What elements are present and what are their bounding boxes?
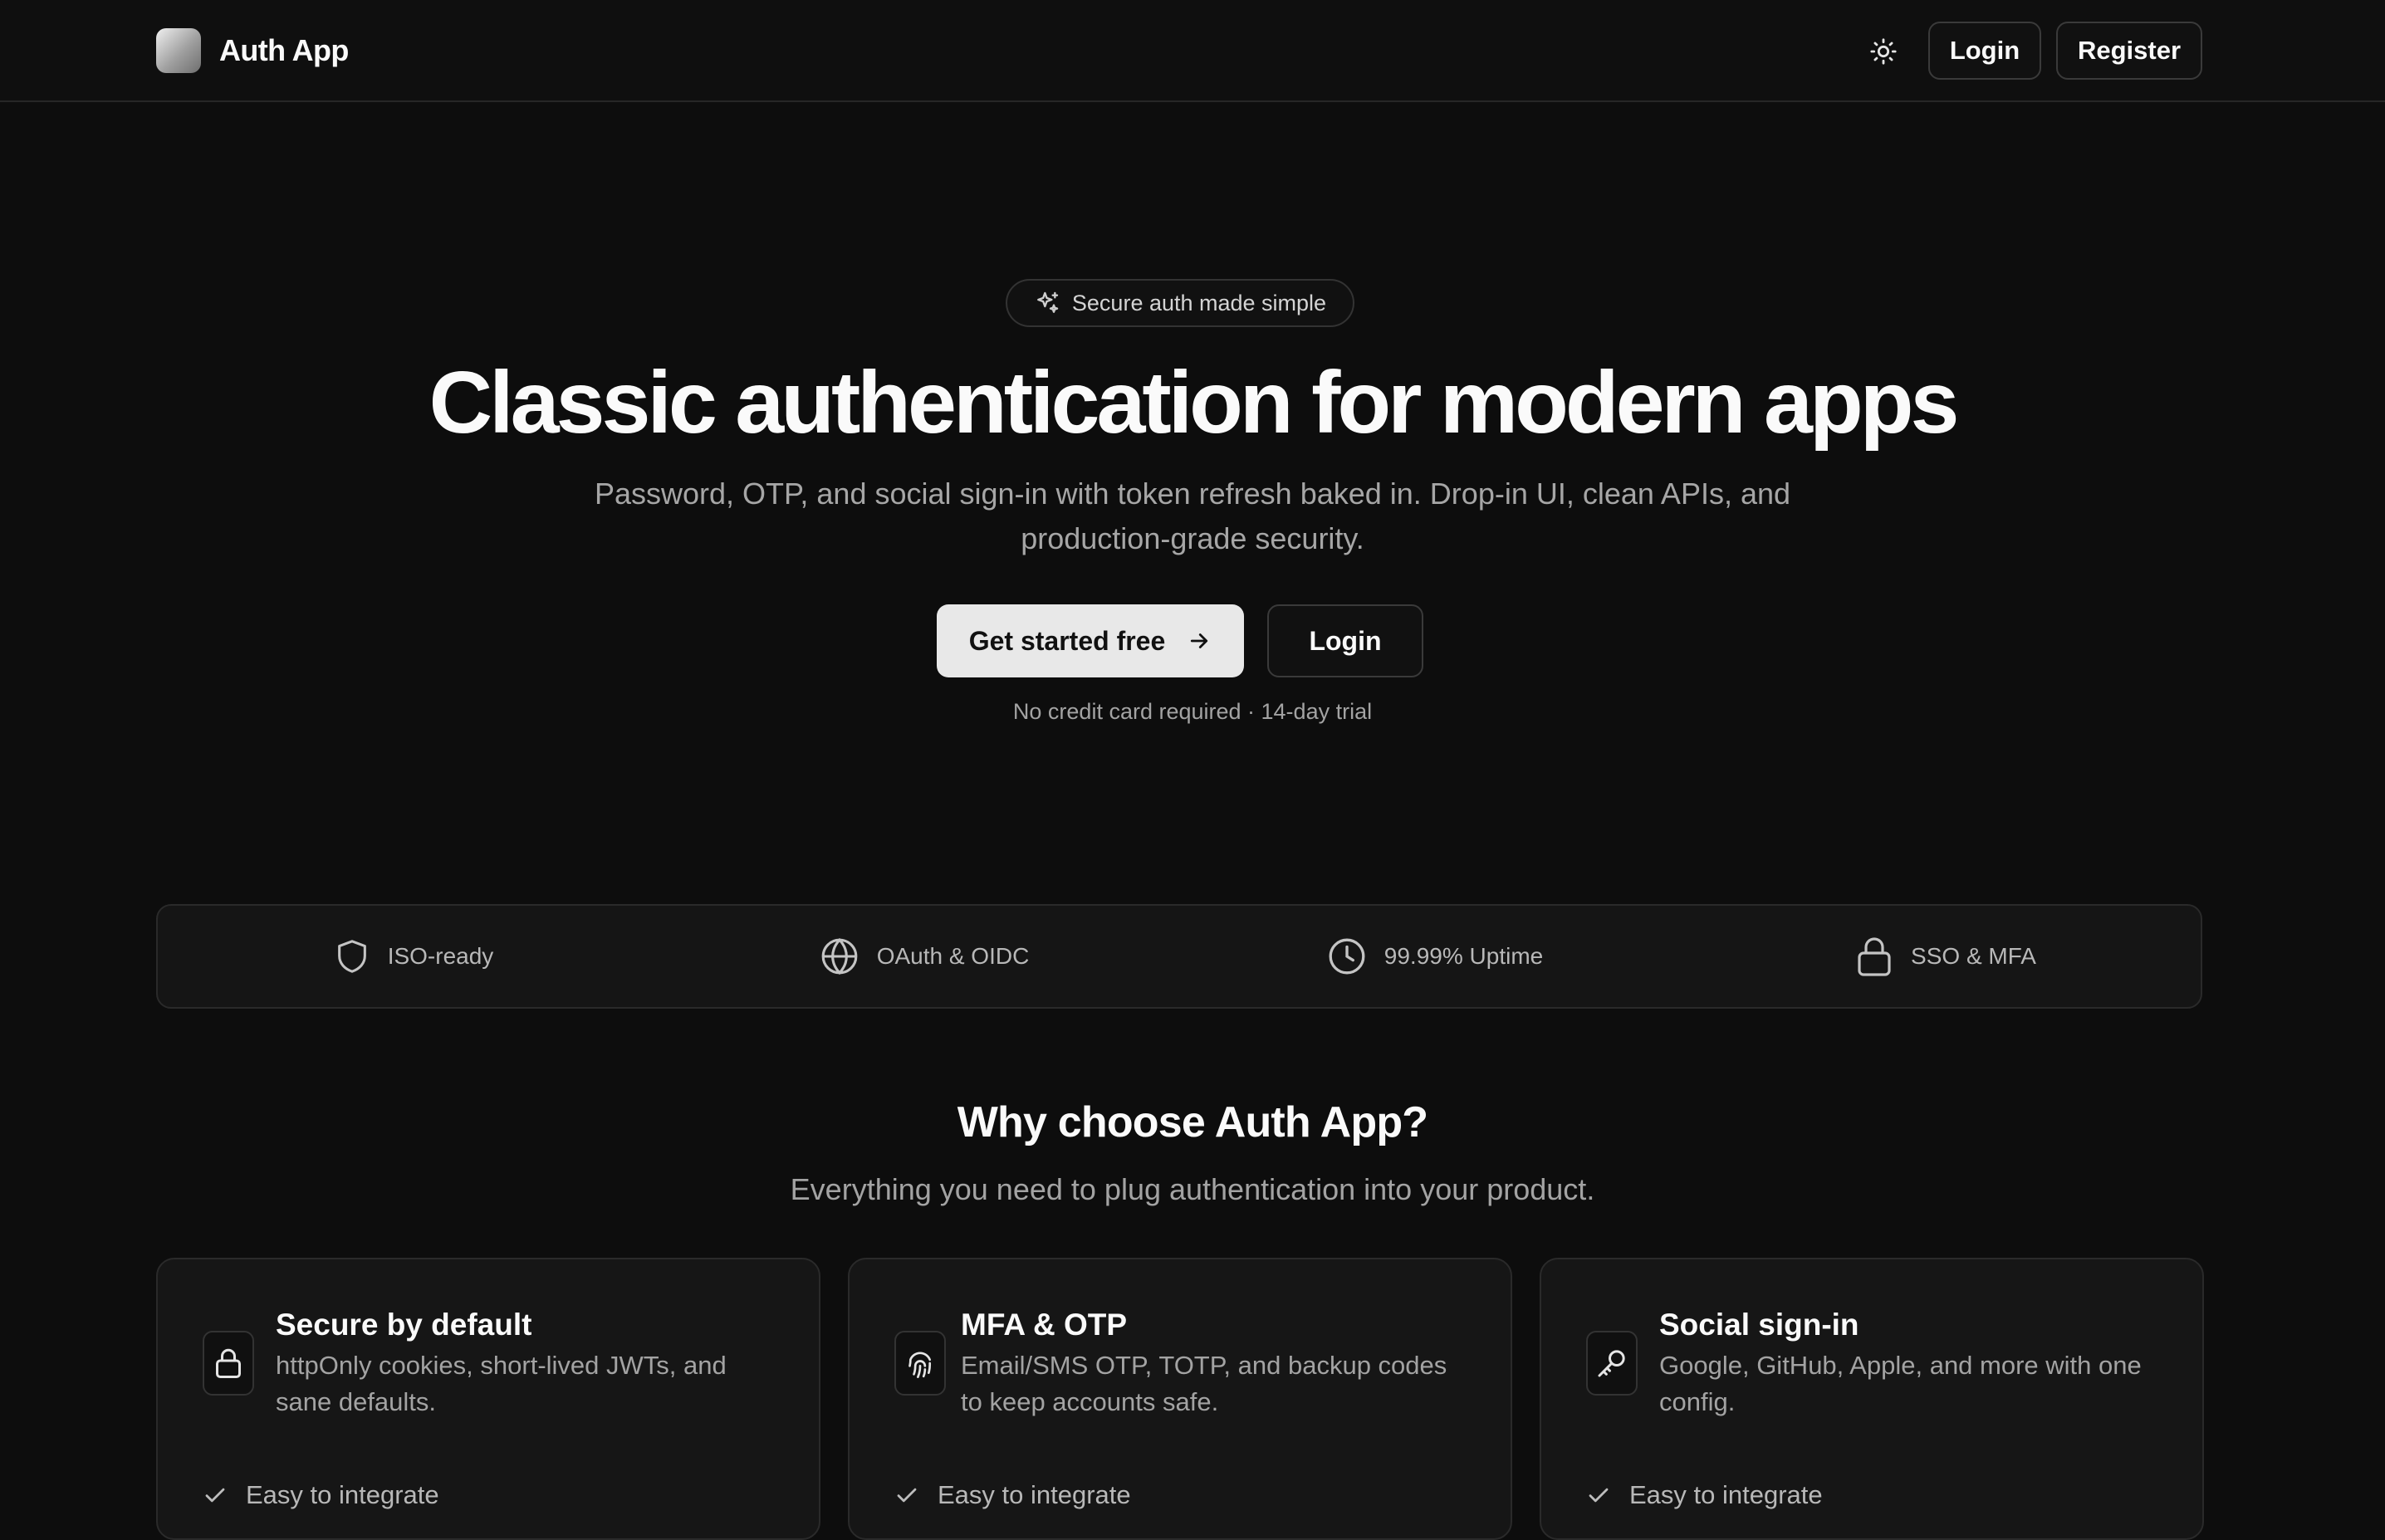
globe-icon (821, 937, 858, 975)
clock-icon (1329, 938, 1365, 975)
hero-subtitle-line: production-grade security. (1021, 521, 1364, 555)
feature-title: Secure by default (276, 1308, 532, 1342)
feature-check: Easy to integrate (1586, 1480, 1823, 1510)
stat-sso: SSO & MFA (1690, 935, 2201, 978)
stat-uptime: 99.99% Uptime (1179, 936, 1690, 977)
hero-subtitle-line: Password, OTP, and social sign-in with t… (594, 477, 1791, 511)
trust-strip: ISO-ready OAuth & OIDC 99.99% Uptime SSO… (156, 904, 2202, 1009)
stat-oauth: OAuth & OIDC (668, 936, 1179, 977)
stat-iso-ready: ISO-ready (158, 937, 668, 975)
sparkles-icon (1037, 291, 1059, 313)
feature-card-social: Social sign-in Google, GitHub, Apple, an… (1540, 1258, 2204, 1540)
hero-login-button[interactable]: Login (1267, 604, 1423, 677)
feature-title: Social sign-in (1659, 1308, 1859, 1342)
stat-label: OAuth & OIDC (876, 943, 1030, 969)
arrow-right-icon (1191, 633, 1208, 648)
feature-check-label: Easy to integrate (938, 1480, 1131, 1509)
get-started-label: Get started free (968, 625, 1166, 656)
sun-icon (1870, 38, 1897, 65)
stat-label: SSO & MFA (1911, 943, 2036, 969)
check-icon (1589, 1488, 1609, 1503)
feature-check: Easy to integrate (894, 1480, 1131, 1510)
feature-icon-box (894, 1331, 946, 1396)
feature-icon-box (1586, 1331, 1638, 1396)
stat-label: ISO-ready (387, 943, 494, 969)
stat-label: 99.99% Uptime (1383, 943, 1544, 969)
feature-description: Email/SMS OTP, TOTP, and backup codes to… (961, 1351, 1447, 1416)
feature-icon-box (203, 1331, 254, 1396)
features-title: Why choose Auth App? (957, 1098, 1428, 1146)
top-nav: Auth App Login Register (0, 0, 2385, 102)
hero-subtitle: Password, OTP, and social sign-in with t… (528, 472, 1857, 561)
hero-badge-text: Secure auth made simple (1071, 290, 1327, 315)
hero-badge: Secure auth made simple (1006, 279, 1354, 327)
shield-icon (337, 940, 366, 973)
feature-description: Google, GitHub, Apple, and more with one… (1659, 1351, 2142, 1416)
lock-icon (1858, 937, 1891, 976)
feature-check: Easy to integrate (203, 1480, 439, 1510)
feature-check-label: Easy to integrate (246, 1480, 439, 1509)
lock-icon (216, 1348, 241, 1378)
feature-title: MFA & OTP (961, 1308, 1128, 1342)
feature-description: httpOnly cookies, short-lived JWTs, and … (276, 1351, 727, 1416)
fingerprint-icon (908, 1352, 932, 1378)
hero-title: Classic authentication for modern apps (429, 354, 1960, 452)
key-icon (1598, 1350, 1625, 1377)
trial-note: No credit card required · 14-day trial (1012, 699, 1373, 724)
brand-name: Auth App (219, 33, 349, 67)
app-logo (156, 28, 201, 73)
check-icon (897, 1488, 917, 1503)
check-icon (205, 1488, 225, 1503)
feature-card-mfa: MFA & OTP Email/SMS OTP, TOTP, and backu… (848, 1258, 1512, 1540)
get-started-button[interactable]: Get started free (937, 604, 1244, 677)
register-button[interactable]: Register (2056, 22, 2202, 80)
theme-toggle-button[interactable] (1865, 33, 1902, 70)
features-subtitle: Everything you need to plug authenticati… (790, 1172, 1595, 1206)
brand[interactable]: Auth App (156, 28, 349, 73)
feature-card-secure: Secure by default httpOnly cookies, shor… (156, 1258, 820, 1540)
feature-check-label: Easy to integrate (1629, 1480, 1823, 1509)
login-button[interactable]: Login (1928, 22, 2041, 80)
